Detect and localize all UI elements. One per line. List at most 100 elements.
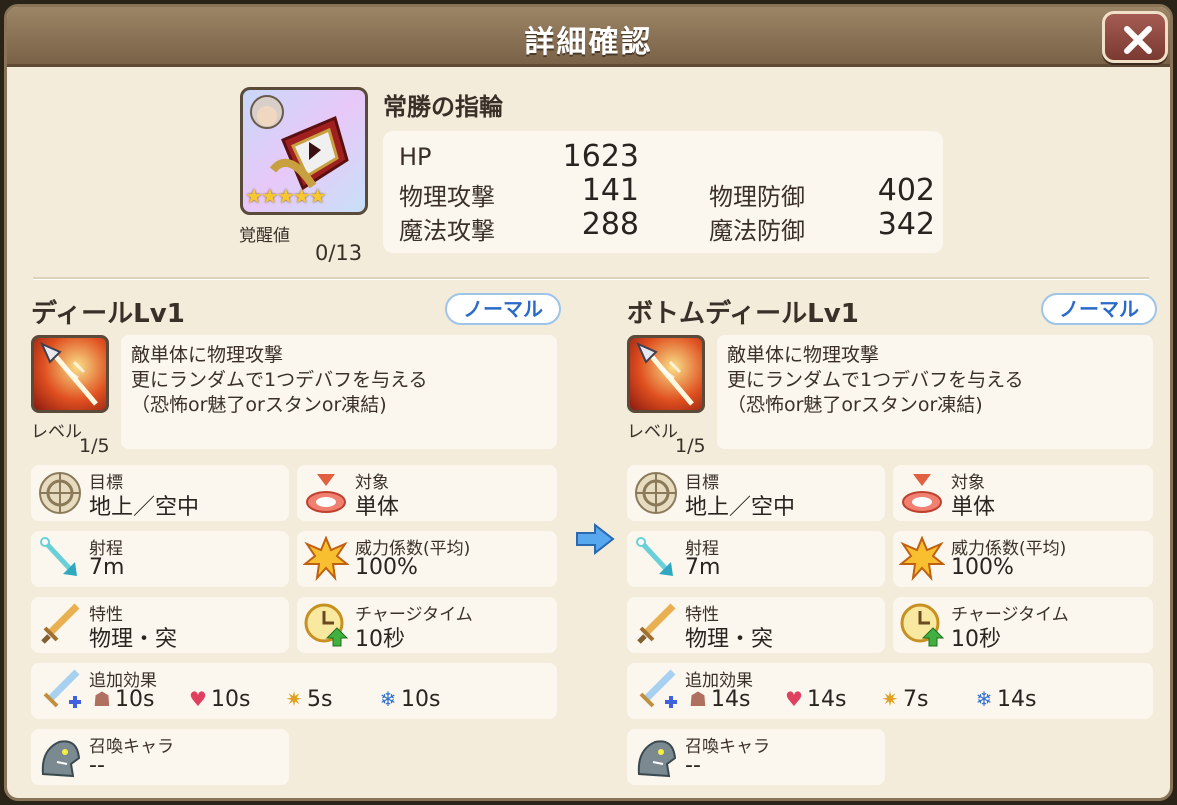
single-target-icon (902, 474, 942, 513)
hp-label: HP (399, 143, 432, 171)
effect-charm-value: 14s (807, 687, 847, 712)
charge-cell: チャージタイム 10秒 (893, 597, 1153, 653)
rank-badge: ノーマル (445, 293, 561, 325)
effect-stun-value: 5s (307, 687, 333, 712)
desc-line-2: 更にランダムで1つデバフを与える (727, 369, 1024, 391)
target-value: 地上／空中 (685, 495, 796, 520)
skill-description: 敵単体に物理攻撃 更にランダムで1つデバフを与える （恐怖or魅了orスタンor… (717, 335, 1153, 449)
patk-value: 141 (581, 173, 639, 208)
effect-freeze-value: 10s (401, 687, 441, 712)
hp-value: 1623 (562, 139, 639, 174)
item-name: 常勝の指輪 (383, 93, 503, 121)
desc-line-1: 敵単体に物理攻撃 (131, 344, 284, 366)
single-target-icon (306, 474, 346, 513)
desc-line-3: （恐怖or魅了orスタンor凍結) (727, 394, 983, 416)
charge-cell: チャージタイム 10秒 (297, 597, 557, 653)
rank-badge: ノーマル (1041, 293, 1157, 325)
title-bar: 詳細確認 (7, 7, 1170, 67)
level-label: レベル (627, 422, 678, 442)
divider (33, 277, 1149, 280)
skill-icon (31, 335, 109, 413)
power-cell: 威力係数(平均) 100% (297, 531, 557, 587)
patk-label: 物理攻撃 (399, 183, 495, 211)
level-label: レベル (31, 422, 82, 442)
detail-dialog: 詳細確認 ★★★★★ 覚醒値 0/13 常勝の指輪 HP 1623 物理攻撃 1… (4, 4, 1173, 801)
snowflake-icon: ❄ (975, 687, 993, 711)
pdef-label: 物理防御 (709, 183, 805, 211)
matk-label: 魔法攻撃 (399, 217, 495, 245)
snowflake-icon: ❄ (379, 687, 397, 711)
charge-value: 10秒 (355, 627, 405, 652)
effect-charm: ♥ 14s (781, 687, 846, 712)
stats-box: HP 1623 物理攻撃 141 魔法攻撃 288 物理防御 402 魔法防御 … (383, 131, 943, 253)
awaken-value: 0/13 (315, 241, 363, 265)
skill-name: ボトムディールLv1 (627, 299, 859, 329)
range-cell: 射程 7m (627, 531, 885, 587)
ghost-icon: ☗ (689, 687, 707, 711)
arrow-right-icon (576, 523, 615, 555)
effect-fear: ☗ 14s (685, 687, 750, 712)
dialog-title: 詳細確認 (524, 25, 653, 60)
power-cell: 威力係数(平均) 100% (893, 531, 1153, 587)
effect-fear-value: 10s (115, 687, 155, 712)
effect-freeze-value: 14s (997, 687, 1037, 712)
effect-fear: ☗ 10s (89, 687, 154, 712)
effect-stun: ✷ 5s (281, 687, 333, 712)
close-button[interactable] (1102, 11, 1168, 63)
range-value: 7m (89, 555, 125, 580)
effect-cell: 追加効果 ☗ 10s ♥ 10s ✷ 5s ❄ 10s (31, 663, 557, 719)
range-arrow-icon (40, 537, 77, 576)
skill-name: ディールLv1 (31, 299, 185, 329)
mdef-value: 342 (877, 207, 935, 242)
range-arrow-icon (636, 537, 673, 576)
matk-value: 288 (581, 207, 639, 242)
sword-plus-icon (43, 669, 81, 708)
clock-up-icon (304, 603, 349, 647)
target-cell: 目標 地上／空中 (31, 465, 289, 521)
trait-cell: 特性 物理・突 (31, 597, 289, 653)
skill-panel-right: ボトムディールLv1 ノーマル レベル 1/5 敵単体に物理攻撃 更にランダムで… (627, 287, 1157, 787)
summon-creature-icon (41, 740, 81, 778)
trait-cell: 特性 物理・突 (627, 597, 885, 653)
object-value: 単体 (951, 495, 996, 520)
target-value: 地上／空中 (89, 495, 200, 520)
range-value: 7m (685, 555, 721, 580)
crosshair-icon (635, 472, 677, 514)
stun-icon: ✷ (881, 687, 899, 711)
range-cell: 射程 7m (31, 531, 289, 587)
heart-icon: ♥ (785, 687, 803, 711)
effect-charm-value: 10s (211, 687, 251, 712)
desc-line-3: （恐怖or魅了orスタンor凍結) (131, 394, 387, 416)
summon-cell: 召喚キャラ -- (31, 729, 289, 785)
item-icon: ★★★★★ (240, 87, 368, 215)
trait-value: 物理・突 (89, 627, 178, 652)
summon-value: -- (685, 753, 701, 778)
close-x-icon (1124, 26, 1152, 54)
trait-value: 物理・突 (685, 627, 774, 652)
effect-freeze: ❄ 14s (971, 687, 1037, 712)
effect-stun-value: 7s (903, 687, 929, 712)
charge-value: 10秒 (951, 627, 1001, 652)
skill-icon (627, 335, 705, 413)
effect-stun: ✷ 7s (877, 687, 929, 712)
desc-line-1: 敵単体に物理攻撃 (727, 344, 880, 366)
sword-icon (41, 603, 80, 644)
sword-plus-icon (639, 669, 677, 708)
object-value: 単体 (355, 495, 400, 520)
clock-up-icon (900, 603, 945, 647)
desc-line-2: 更にランダムで1つデバフを与える (131, 369, 428, 391)
object-cell: 対象 単体 (297, 465, 557, 521)
summon-creature-icon (637, 740, 677, 778)
stun-icon: ✷ (285, 687, 303, 711)
power-value: 100% (355, 555, 418, 580)
crosshair-icon (39, 472, 81, 514)
power-value: 100% (951, 555, 1014, 580)
awaken-label: 覚醒値 (239, 226, 290, 246)
level-value: 1/5 (79, 435, 110, 457)
mdef-label: 魔法防御 (709, 217, 805, 245)
burst-icon (899, 536, 945, 582)
ghost-icon: ☗ (93, 687, 111, 711)
spear-icon (40, 342, 98, 406)
summon-cell: 召喚キャラ -- (627, 729, 885, 785)
burst-icon (303, 536, 349, 582)
